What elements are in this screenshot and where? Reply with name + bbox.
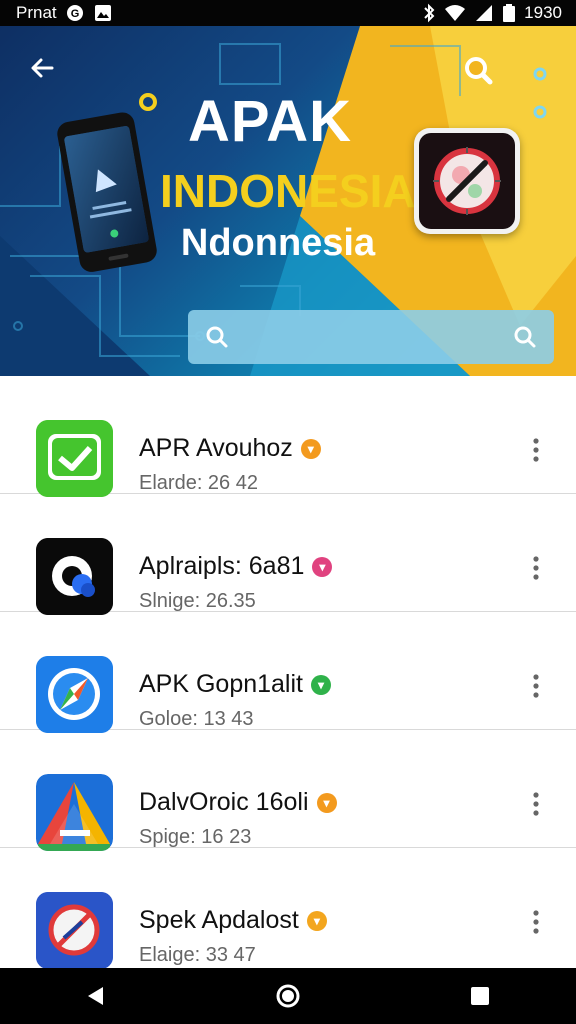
search-submit-icon[interactable] [512, 324, 538, 350]
screen: Prnat G 1930 APAK INDONESIA Ndonnesia AP… [0, 0, 576, 1024]
app-name: APR Avouhoz [139, 434, 293, 462]
more-vertical-icon [533, 910, 539, 934]
app-title: DalvOroic 16oli ▾ [139, 788, 337, 817]
more-options-button[interactable] [520, 552, 552, 584]
more-options-button[interactable] [520, 906, 552, 938]
nav-recents-button[interactable] [450, 971, 510, 1021]
check-chat-icon [36, 420, 113, 497]
no-entry-compass-icon [36, 892, 113, 968]
more-options-button[interactable] [520, 670, 552, 702]
more-options-button[interactable] [520, 434, 552, 466]
app-name: APK Gopn1alit [139, 670, 303, 698]
vpn-icon: G [65, 3, 85, 23]
hero-banner: APAK INDONESIA Ndonnesia [0, 26, 576, 376]
app-subtitle: Goloe: 13 43 [139, 708, 254, 730]
app-subtitle: Elarde: 26 42 [139, 472, 258, 494]
signal-icon [474, 3, 494, 23]
app-title: APK Gopn1alit ▾ [139, 670, 331, 699]
circle-logo-icon [36, 538, 113, 615]
back-triangle-icon [88, 987, 103, 1005]
compass-icon [36, 656, 113, 733]
wifi-icon [444, 3, 466, 23]
verified-badge-icon: ▾ [306, 910, 327, 931]
verified-badge-icon: ▾ [312, 556, 333, 577]
app-subtitle: Elaige: 33 47 [139, 944, 256, 966]
search-icon [465, 57, 493, 85]
featured-app-icon[interactable] [414, 128, 520, 234]
verified-badge-icon: ▾ [316, 792, 337, 813]
list-item[interactable]: Spek Apdalost ▾ Elaige: 33 47 [0, 848, 576, 968]
app-name: DalvOroic 16oli [139, 788, 309, 816]
bluetooth-icon [422, 3, 436, 23]
verified-badge-icon: ▾ [300, 438, 321, 459]
image-icon [93, 3, 113, 23]
arrow-left-icon [31, 58, 54, 78]
app-list: APR Avouhoz ▾ Elarde: 26 42 Aplraipls: 6… [0, 376, 576, 968]
more-options-button[interactable] [520, 788, 552, 820]
phone-illustration [57, 112, 157, 272]
more-vertical-icon [533, 674, 539, 698]
app-subtitle: Spige: 16 23 [139, 826, 252, 848]
app-title: Spek Apdalost ▾ [139, 906, 327, 935]
app-title: APR Avouhoz ▾ [139, 434, 321, 463]
search-icon [206, 326, 228, 348]
search-bar[interactable] [188, 310, 554, 364]
status-bar: Prnat G 1930 [0, 0, 576, 26]
clock: 1930 [524, 3, 562, 22]
more-vertical-icon [533, 792, 539, 816]
no-entry-compass-icon [419, 133, 515, 229]
back-button[interactable] [22, 48, 62, 88]
app-name: Spek Apdalost [139, 906, 299, 934]
list-item[interactable]: APK Gopn1alit ▾ Goloe: 13 43 [0, 612, 576, 733]
status-right: 1930 [422, 3, 562, 23]
svg-text:G: G [70, 8, 79, 20]
more-vertical-icon [533, 556, 539, 580]
more-vertical-icon [533, 438, 539, 462]
hero-title-line2: INDONESIA [160, 165, 416, 217]
app-name: Aplraipls: 6a81 [139, 552, 305, 580]
list-item[interactable]: APR Avouhoz ▾ Elarde: 26 42 [0, 376, 576, 497]
verified-badge-icon: ▾ [311, 674, 331, 695]
triangle-logo-icon [36, 774, 113, 851]
app-subtitle: Slnige: 26.35 [139, 590, 256, 612]
status-left: Prnat G [16, 3, 113, 23]
list-item[interactable]: DalvOroic 16oli ▾ Spige: 16 23 [0, 730, 576, 851]
recents-square-icon [471, 987, 489, 1005]
battery-icon [502, 3, 516, 23]
nav-back-button[interactable] [66, 971, 126, 1021]
app-title: Aplraipls: 6a81 ▾ [139, 552, 333, 581]
home-circle-icon [276, 984, 300, 1008]
list-item[interactable]: Aplraipls: 6a81 ▾ Slnige: 26.35 [0, 494, 576, 615]
carrier-label: Prnat [16, 3, 57, 22]
search-input[interactable] [240, 318, 502, 356]
top-search-button[interactable] [458, 50, 498, 90]
nav-home-button[interactable] [258, 971, 318, 1021]
navigation-bar [0, 968, 576, 1024]
hero-title-line1: APAK [187, 89, 353, 154]
hero-title-line3: Ndonnesia [180, 222, 376, 264]
